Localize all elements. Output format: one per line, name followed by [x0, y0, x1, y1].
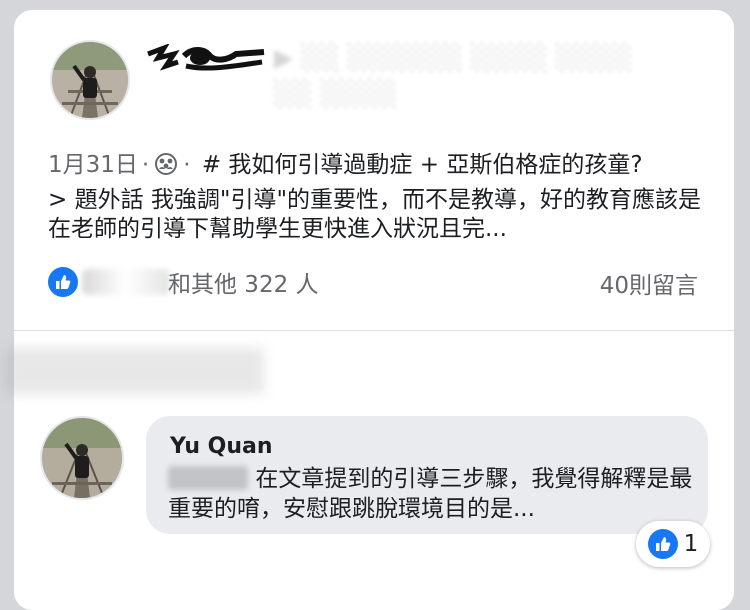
comment-bubble[interactable]: Yu Quan 在文章提到的引導三步驟，我覺得解釋是最重要的唷，安慰跟跳脫環境目… — [146, 416, 708, 534]
post-card: ▶ ░░ ░░░░░░ ░░░░ ░░░░ ░░ ░░░░ 1月31日 · · # … — [4, 10, 734, 610]
friends-icon[interactable] — [153, 153, 179, 175]
like-icon — [647, 529, 678, 559]
author-avatar[interactable] — [50, 40, 130, 120]
section-divider — [14, 330, 734, 331]
post-excerpt[interactable]: > 題外話 我強調"引導"的重要性，而不是教導，好的教育應該是在老師的引導下幫助… — [48, 186, 718, 244]
meta-separator: · — [141, 152, 150, 178]
comment-count-link[interactable]: 40則留言 — [600, 266, 698, 300]
reaction-summary[interactable]: 和其他 322 人 — [48, 264, 319, 300]
post-meta: 1月31日 · · # 我如何引導過動症 + 亞斯伯格症的孩童? — [48, 150, 718, 180]
post-hashtag-title[interactable]: # 我如何引導過動症 + 亞斯伯格症的孩童? — [202, 152, 643, 178]
meta-separator-2: · — [183, 152, 191, 178]
comment-reaction-chip[interactable]: 1 — [636, 521, 710, 567]
blurred-mention — [168, 466, 248, 490]
blurred-group-name: ▶ ░░ ░░░░░░ ░░░░ ░░░░ ░░ ░░░░ — [274, 43, 633, 108]
post-date[interactable]: 1月31日 — [48, 152, 138, 178]
blurred-reactor-name — [82, 269, 170, 295]
avatar-photo — [52, 42, 128, 118]
comment-body: 在文章提到的引導三步驟，我覺得解釋是最重要的唷，安慰跟跳脫環境目的是... — [168, 464, 696, 524]
commenter-name[interactable]: Yu Quan — [170, 434, 273, 459]
post-header: ▶ ░░ ░░░░░░ ░░░░ ░░░░ ░░ ░░░░ — [144, 40, 704, 116]
redacted-author-name — [147, 44, 265, 71]
blurred-region — [4, 348, 264, 394]
comment-like-count: 1 — [683, 531, 699, 557]
like-icon — [48, 267, 78, 297]
avatar-photo — [42, 418, 122, 498]
reaction-count: 和其他 322 人 — [168, 272, 319, 298]
commenter-avatar[interactable] — [40, 416, 124, 500]
